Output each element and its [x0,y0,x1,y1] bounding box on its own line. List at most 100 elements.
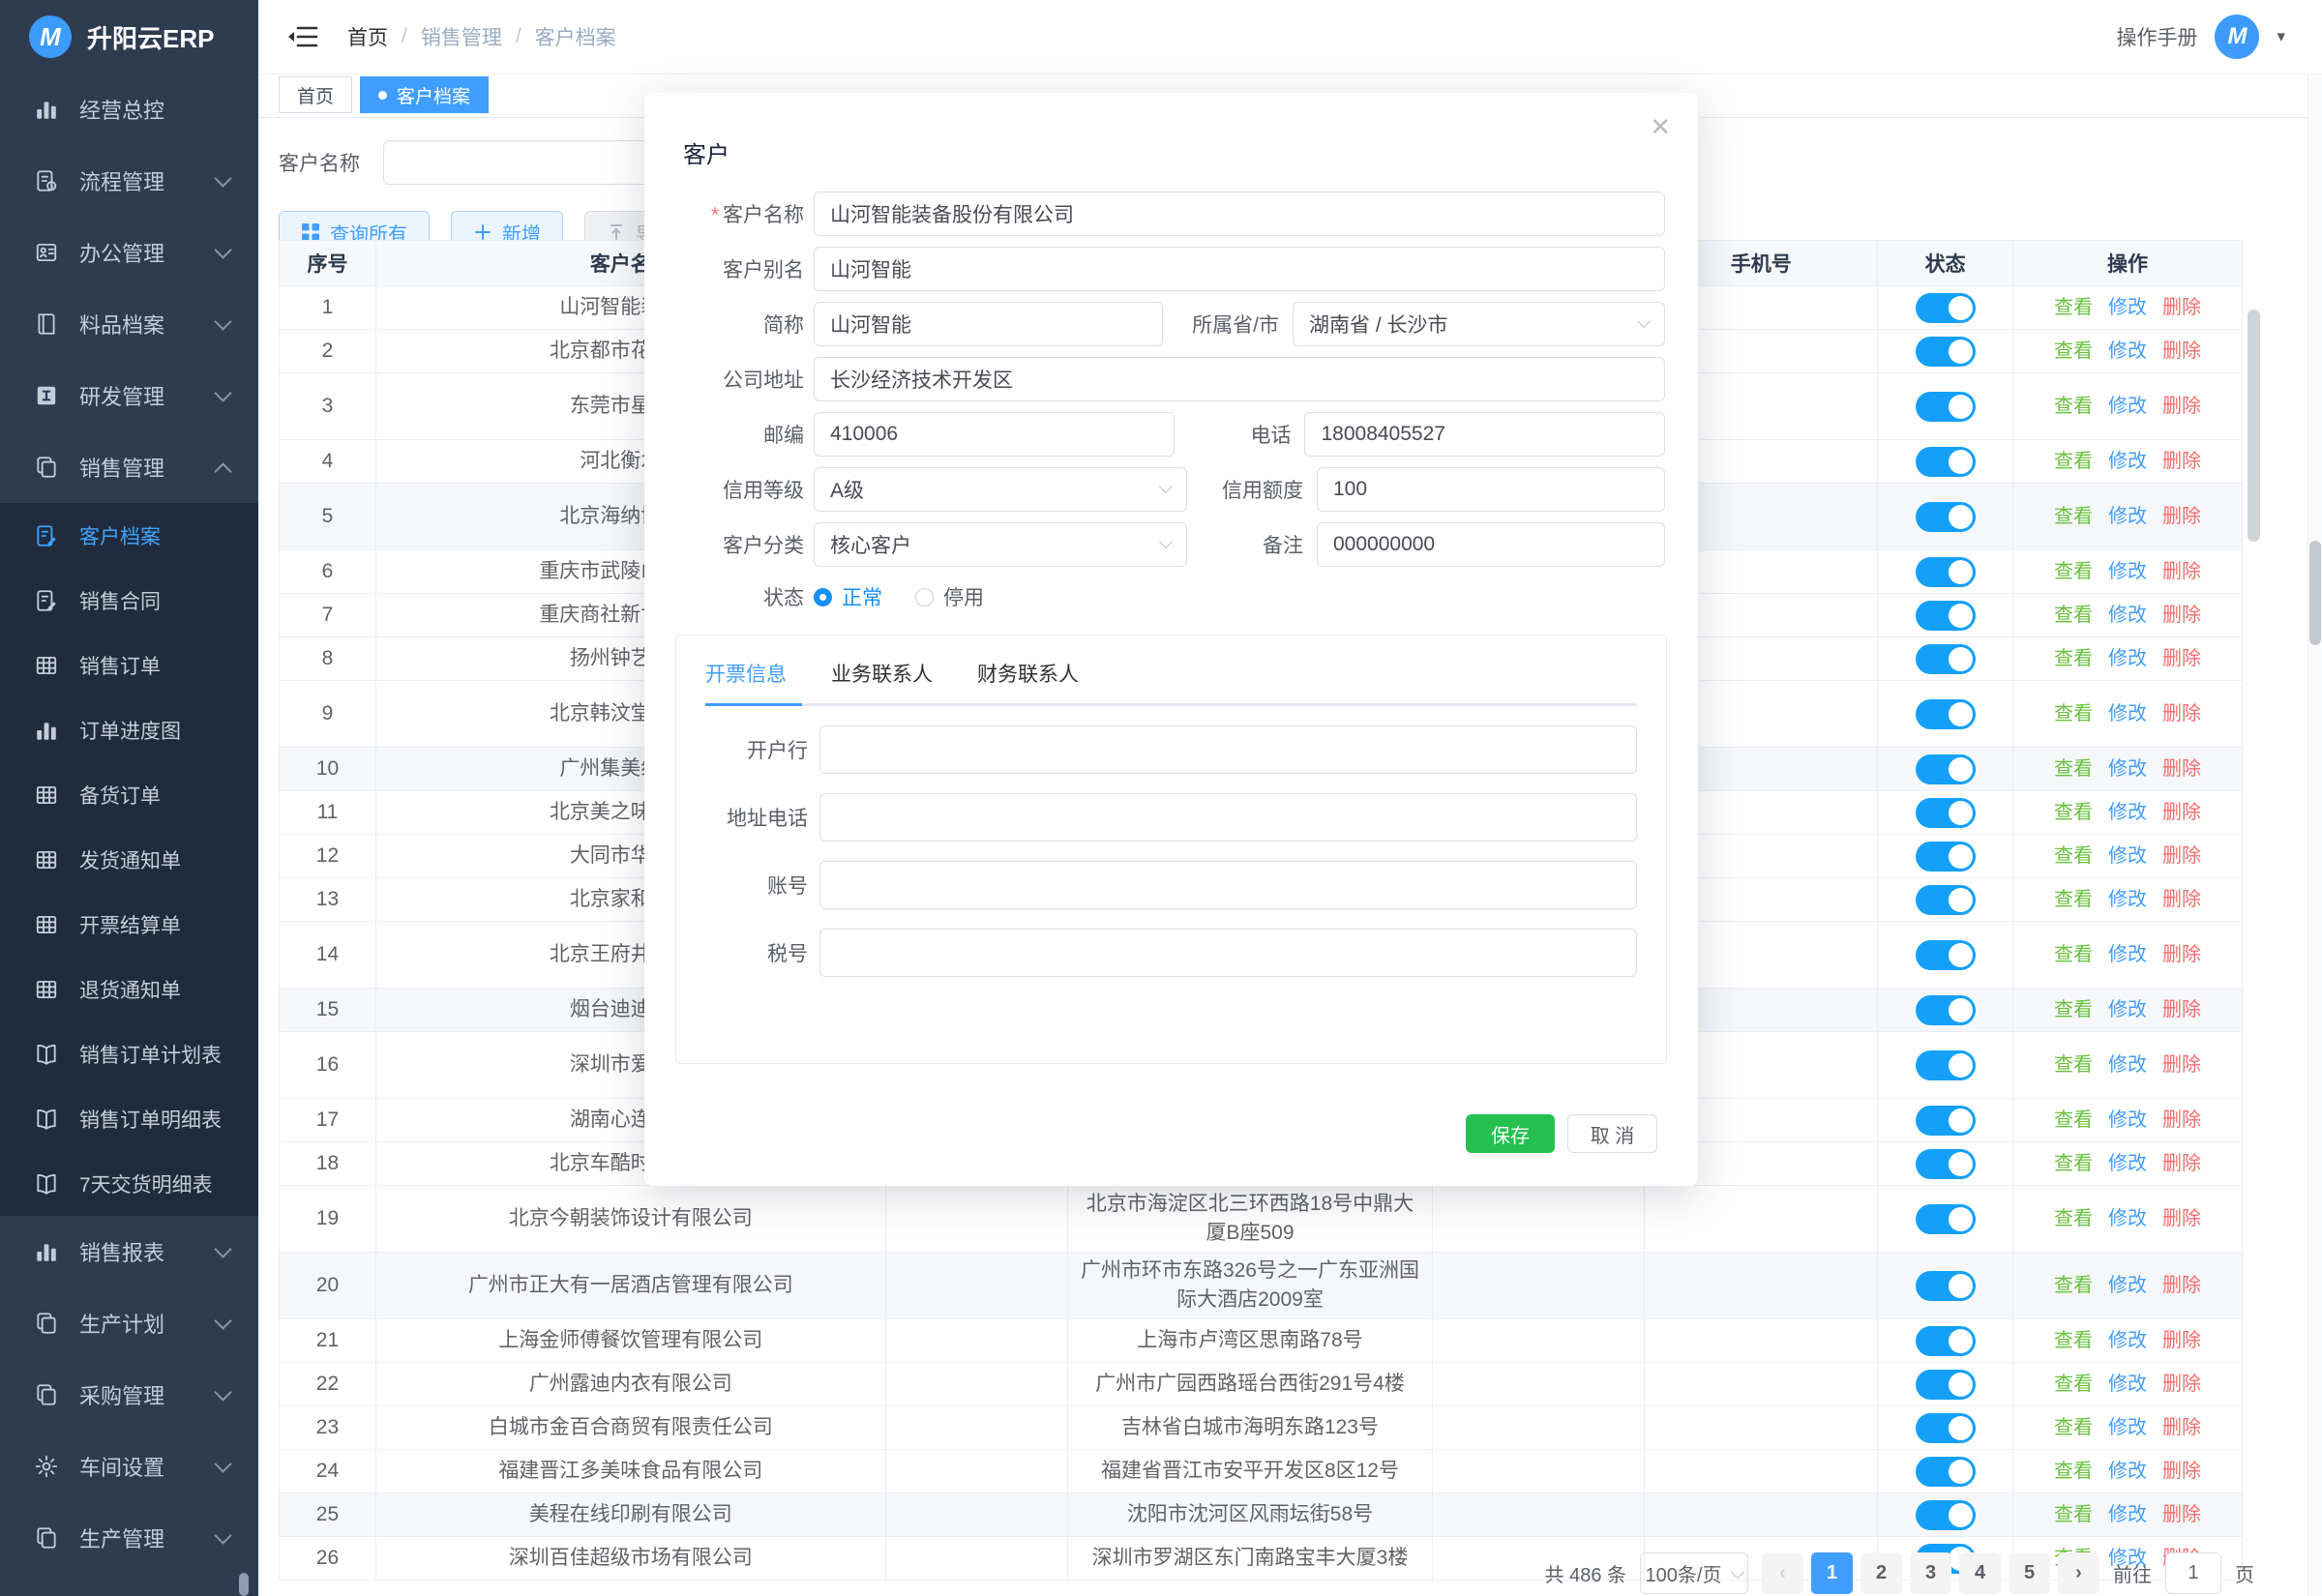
short-name-field[interactable] [814,302,1163,346]
user-avatar[interactable]: M [2215,15,2259,59]
delete-link[interactable]: 删除 [2162,645,2201,673]
edit-link[interactable]: 修改 [2108,338,2147,366]
edit-link[interactable]: 修改 [2108,886,2147,914]
prev-page-button[interactable]: ‹ [1762,1552,1803,1594]
view-link[interactable]: 查看 [2054,294,2093,322]
view-link[interactable]: 查看 [2054,645,2093,673]
breadcrumb-item[interactable]: 首页 [347,22,388,51]
status-toggle[interactable] [1916,1413,1976,1443]
delete-link[interactable]: 删除 [2162,393,2201,421]
company-address-field[interactable] [814,357,1665,401]
view-link[interactable]: 查看 [2054,393,2093,421]
view-link[interactable]: 查看 [2054,338,2093,366]
status-toggle[interactable] [1916,842,1976,872]
edit-link[interactable]: 修改 [2108,842,2147,871]
status-toggle[interactable] [1916,1457,1976,1487]
sidebar-item-invoice-settlement[interactable]: 开票结算单 [0,892,258,957]
status-toggle[interactable] [1916,1271,1976,1301]
delete-link[interactable]: 删除 [2162,1205,2201,1233]
sidebar-item-return-notice[interactable]: 退货通知单 [0,957,258,1021]
sidebar-scrollbar-thumb[interactable] [239,1573,249,1596]
status-toggle[interactable] [1916,995,1976,1025]
edit-link[interactable]: 修改 [2108,1414,2147,1442]
delete-link[interactable]: 删除 [2162,799,2201,827]
delete-link[interactable]: 删除 [2162,1150,2201,1178]
delete-link[interactable]: 删除 [2162,996,2201,1024]
address-tel-field[interactable] [819,793,1637,842]
page-button-5[interactable]: 5 [2009,1552,2050,1594]
delete-link[interactable]: 删除 [2162,1371,2201,1399]
view-link[interactable]: 查看 [2054,799,2093,827]
status-toggle[interactable] [1916,699,1976,729]
edit-link[interactable]: 修改 [2108,1150,2147,1178]
status-toggle[interactable] [1916,1050,1976,1080]
sidebar-item-processing-workshop[interactable]: 加工车间 [0,1574,258,1596]
delete-link[interactable]: 删除 [2162,1107,2201,1135]
delete-link[interactable]: 删除 [2162,1458,2201,1486]
region-value[interactable] [1293,302,1665,346]
user-dropdown-caret-icon[interactable]: ▾ [2277,27,2285,46]
status-toggle[interactable] [1916,1204,1976,1234]
edit-link[interactable]: 修改 [2108,602,2147,630]
edit-link[interactable]: 修改 [2108,996,2147,1024]
bank-field[interactable] [819,725,1637,774]
page-button-2[interactable]: 2 [1861,1552,1902,1594]
tax-no-field[interactable] [819,929,1637,977]
sidebar-item-rnd-mgmt[interactable]: 研发管理 [0,360,258,431]
delete-link[interactable]: 删除 [2162,755,2201,783]
edit-link[interactable]: 修改 [2108,503,2147,531]
view-link[interactable]: 查看 [2054,941,2093,969]
cancel-button[interactable]: 取 消 [1567,1114,1657,1153]
delete-link[interactable]: 删除 [2162,941,2201,969]
delete-link[interactable]: 删除 [2162,886,2201,914]
status-toggle[interactable] [1916,502,1976,532]
delete-link[interactable]: 删除 [2162,1414,2201,1442]
view-link[interactable]: 查看 [2054,1051,2093,1079]
page-tab-home[interactable]: 首页 [279,76,352,113]
sidebar-item-sales-order[interactable]: 销售订单 [0,633,258,697]
view-link[interactable]: 查看 [2054,1150,2093,1178]
delete-link[interactable]: 删除 [2162,1051,2201,1079]
status-toggle[interactable] [1916,1106,1976,1136]
edit-link[interactable]: 修改 [2108,1205,2147,1233]
view-link[interactable]: 查看 [2054,996,2093,1024]
sidebar-item-sales-mgmt[interactable]: 销售管理 [0,431,258,503]
status-toggle[interactable] [1916,940,1976,970]
goto-page-input[interactable] [2165,1552,2221,1594]
view-link[interactable]: 查看 [2054,602,2093,630]
delete-link[interactable]: 删除 [2162,294,2201,322]
status-toggle[interactable] [1916,337,1976,367]
status-toggle[interactable] [1916,447,1976,477]
view-link[interactable]: 查看 [2054,1107,2093,1135]
alias-field[interactable] [814,247,1665,291]
sidebar-item-order-progress[interactable]: 订单进度图 [0,697,258,762]
status-toggle[interactable] [1916,754,1976,784]
zipcode-field[interactable] [814,412,1175,457]
edit-link[interactable]: 修改 [2108,700,2147,728]
edit-link[interactable]: 修改 [2108,799,2147,827]
sidebar-item-process-mgmt[interactable]: 流程管理 [0,145,258,217]
view-link[interactable]: 查看 [2054,842,2093,871]
edit-link[interactable]: 修改 [2108,1272,2147,1300]
remark-field[interactable] [1317,522,1665,567]
sidebar-item-sales-report[interactable]: 销售报表 [0,1216,258,1287]
edit-link[interactable]: 修改 [2108,294,2147,322]
view-link[interactable]: 查看 [2054,1458,2093,1486]
delete-link[interactable]: 删除 [2162,558,2201,586]
delete-link[interactable]: 删除 [2162,503,2201,531]
page-scrollbar[interactable] [2307,74,2322,1596]
view-link[interactable]: 查看 [2054,755,2093,783]
tab-finance-contact[interactable]: 财务联系人 [977,659,1079,688]
edit-link[interactable]: 修改 [2108,393,2147,421]
delete-link[interactable]: 删除 [2162,602,2201,630]
status-toggle[interactable] [1916,1370,1976,1400]
delete-link[interactable]: 删除 [2162,842,2201,871]
page-button-3[interactable]: 3 [1910,1552,1951,1594]
tab-business-contact[interactable]: 业务联系人 [831,659,933,688]
view-link[interactable]: 查看 [2054,503,2093,531]
status-toggle[interactable] [1916,557,1976,587]
page-tab-customer-files[interactable]: 客户档案 [360,76,489,113]
credit-limit-field[interactable] [1317,467,1665,512]
edit-link[interactable]: 修改 [2108,645,2147,673]
table-scrollbar-thumb[interactable] [2248,310,2260,542]
